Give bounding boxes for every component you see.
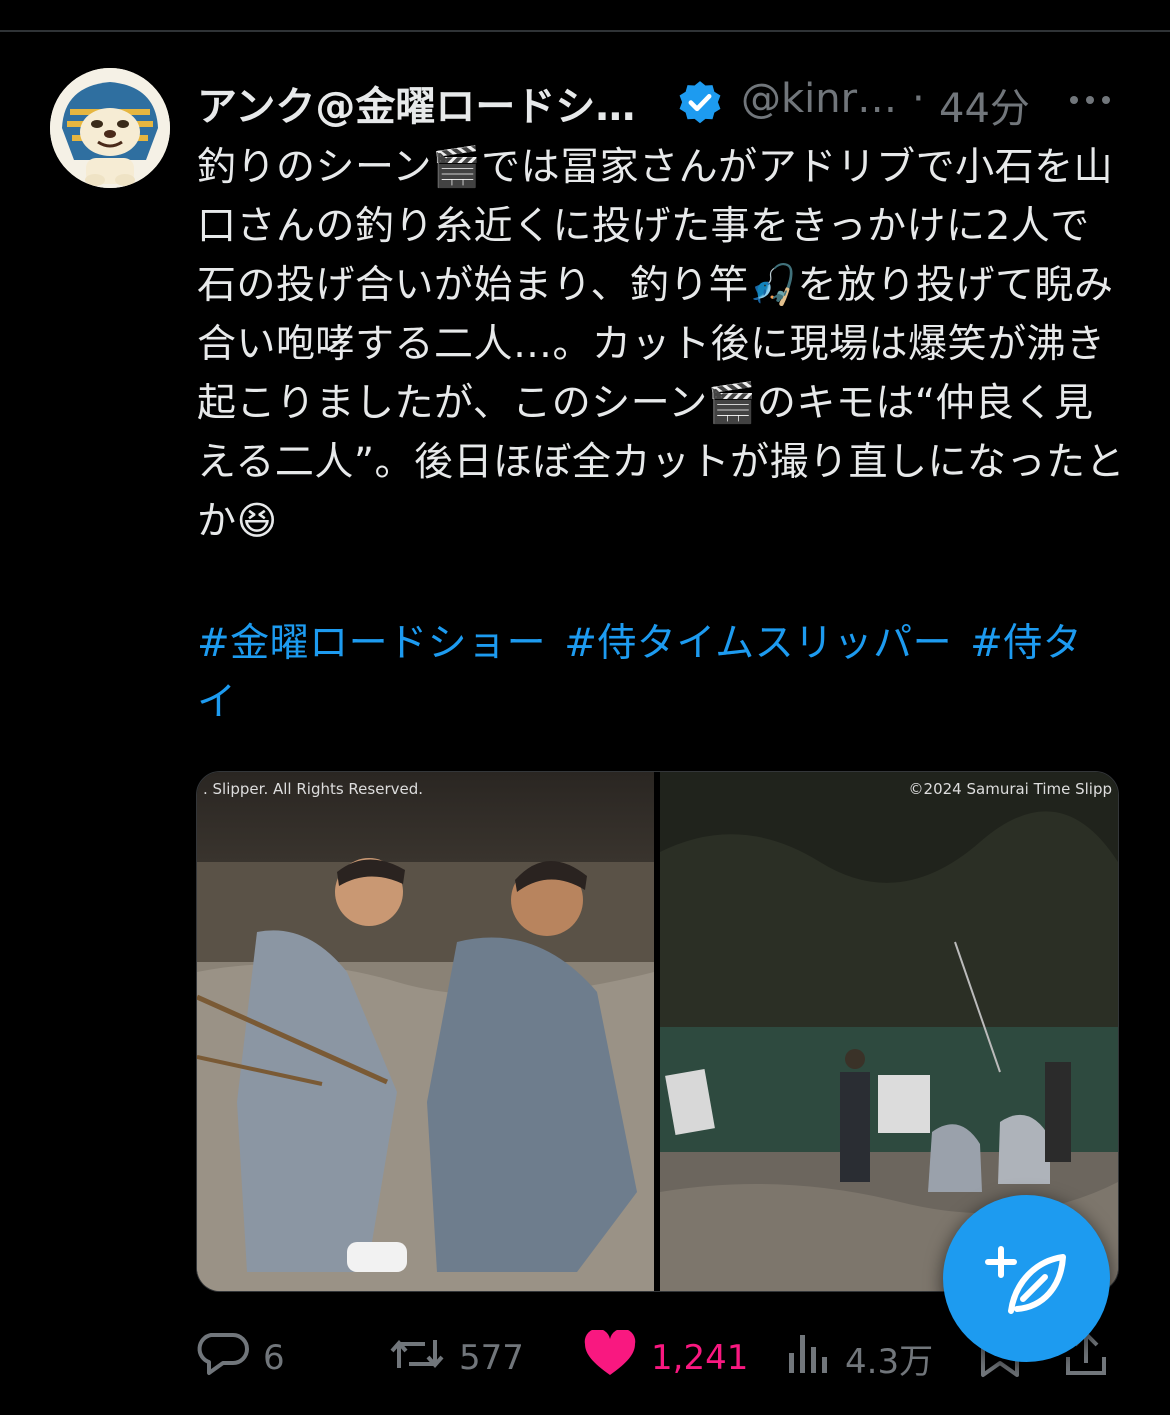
like-icon (583, 1328, 651, 1387)
separator-dot: · (912, 76, 925, 122)
display-name[interactable]: アンク@金曜ロードシ… (197, 74, 635, 132)
views-icon (785, 1331, 845, 1386)
tweet-header: アンク@金曜ロードシ… @kinr… · 44分 (197, 70, 1127, 132)
photo-credit: ©2024 Samurai Time Slipp (908, 780, 1112, 798)
compose-icon (943, 1246, 1110, 1366)
user-handle[interactable]: @kinr… (741, 76, 897, 122)
reply-count: 6 (263, 1338, 285, 1378)
reply-button[interactable]: 6 (197, 1330, 285, 1386)
photo-samurai-fishing[interactable]: . Slipper. All Rights Reserved. (197, 772, 654, 1291)
verified-icon (675, 78, 725, 128)
like-button[interactable]: 1,241 (583, 1328, 749, 1387)
views-count: 4.3万 (845, 1341, 934, 1382)
hashtag-link[interactable]: #侍タイムスリッパー (564, 621, 952, 666)
hashtag-list: #金曜ロードショー #侍タイムスリッパー #侍タイ (197, 614, 1127, 732)
top-divider (0, 30, 1170, 32)
like-count: 1,241 (651, 1338, 749, 1378)
avatar[interactable] (50, 68, 170, 188)
photo-credit: . Slipper. All Rights Reserved. (203, 780, 424, 798)
tweet-text: 釣りのシーン🎬では冨家さんがアドリブで小石を山口さんの釣り糸近くに投げた事をきっ… (197, 145, 1126, 544)
reply-icon (197, 1331, 263, 1386)
views-button[interactable]: 4.3万 (785, 1330, 933, 1386)
timestamp[interactable]: 44分 (939, 76, 1030, 134)
hashtag-link[interactable]: #金曜ロードショー (197, 621, 546, 666)
retweet-count: 577 (459, 1338, 524, 1378)
retweet-icon (389, 1332, 459, 1385)
retweet-button[interactable]: 577 (389, 1330, 524, 1386)
more-icon[interactable] (1067, 80, 1113, 120)
compose-button[interactable] (943, 1195, 1110, 1362)
